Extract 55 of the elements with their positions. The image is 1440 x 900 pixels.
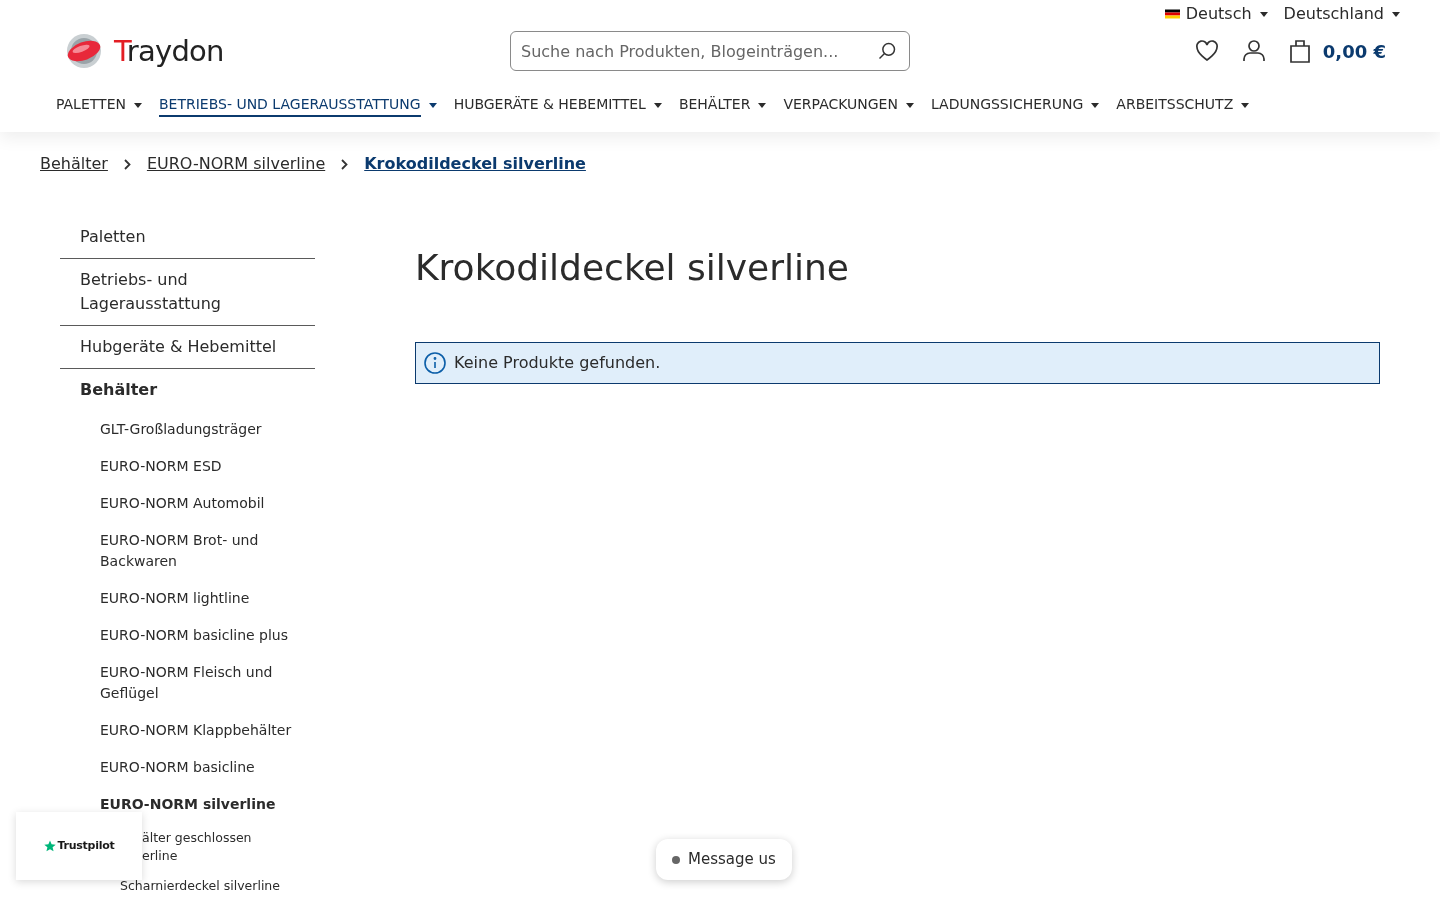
nav-tab[interactable]: PALETTEN (56, 94, 142, 117)
logo-sphere-icon (66, 33, 102, 69)
caret-icon (1241, 103, 1250, 108)
category-link[interactable]: EURO-NORM basicline (60, 749, 315, 786)
chevron-right-icon (123, 158, 131, 170)
country-dropdown[interactable]: Deutschland (1283, 6, 1400, 22)
caret-icon (133, 103, 142, 108)
category-link[interactable]: EURO-NORM lightline (60, 580, 315, 617)
category-link[interactable]: EURO-NORM basicline plus (60, 617, 315, 654)
shopping-bag-icon[interactable] (1288, 39, 1311, 63)
heart-icon[interactable] (1194, 40, 1219, 62)
chevron-right-icon (341, 158, 349, 170)
nav-tab[interactable]: ARBEITSSCHUTZ (1116, 94, 1250, 117)
nav-tab[interactable]: VERPACKUNGEN (783, 94, 914, 117)
cart-total[interactable]: 0,00 € (1322, 37, 1386, 65)
language-dropdown[interactable]: Deutsch (1164, 6, 1268, 22)
message-us-button[interactable]: Message us (656, 839, 792, 880)
trustpilot-badge[interactable]: Trustpilot (16, 812, 142, 880)
status-dot-icon (672, 855, 680, 864)
category-link[interactable]: EURO-NORM Fleisch und Geflügel (60, 654, 315, 712)
caret-icon (1392, 11, 1400, 17)
trustpilot-label: Trustpilot (57, 837, 115, 854)
search-field[interactable]: Suche nach Produkten, Blogeinträgen... (510, 31, 910, 71)
category-link[interactable]: GLT-Großladungsträger (60, 411, 315, 448)
caret-icon (758, 103, 767, 108)
category-link[interactable]: EURO-NORM Klappbehälter (60, 712, 315, 749)
category-link[interactable]: älter geschlossen erline (142, 823, 292, 871)
caret-icon (428, 103, 437, 108)
alert-text: Keine Produkte gefunden. (454, 352, 661, 374)
nav-tab[interactable]: LADUNGSSICHERUNG (930, 94, 1100, 117)
breadcrumb-link[interactable]: Behälter (40, 152, 108, 176)
page-title: Krokodildeckel silverline (415, 246, 851, 290)
caret-icon (1091, 103, 1100, 108)
category-link[interactable]: EURO-NORM ESD (60, 448, 315, 485)
star-icon (43, 840, 56, 852)
category-link[interactable]: EURO-NORM Brot- und Backwaren (60, 522, 315, 580)
logo[interactable]: Traydon (66, 33, 510, 69)
caret-icon (653, 103, 662, 108)
logo-text: Traydon (114, 36, 224, 66)
nav-tab[interactable]: BEHÄLTER (678, 94, 767, 117)
nav-tab[interactable]: HUBGERÄTE & HEBEMITTEL (453, 94, 662, 117)
category-link[interactable]: Behälter (60, 369, 315, 411)
breadcrumb-link[interactable]: Krokodildeckel silverline (364, 152, 586, 176)
german-flag-icon (1164, 9, 1180, 19)
caret-icon (1259, 11, 1268, 17)
category-link[interactable]: Hubgeräte & Hebemittel (60, 326, 315, 368)
caret-icon (905, 103, 914, 108)
search-icon[interactable] (877, 41, 897, 61)
nav-tab[interactable]: BETRIEBS- UND LAGERAUSSTATTUNG (158, 94, 437, 117)
category-link[interactable]: EURO-NORM Automobil (60, 485, 315, 522)
category-link[interactable]: Paletten (60, 216, 315, 258)
category-link[interactable]: Betriebs- und Lagerausstattung (60, 259, 315, 325)
breadcrumb-link[interactable]: EURO-NORM silverline (146, 152, 326, 176)
info-icon (424, 352, 446, 374)
user-icon[interactable] (1242, 40, 1265, 62)
